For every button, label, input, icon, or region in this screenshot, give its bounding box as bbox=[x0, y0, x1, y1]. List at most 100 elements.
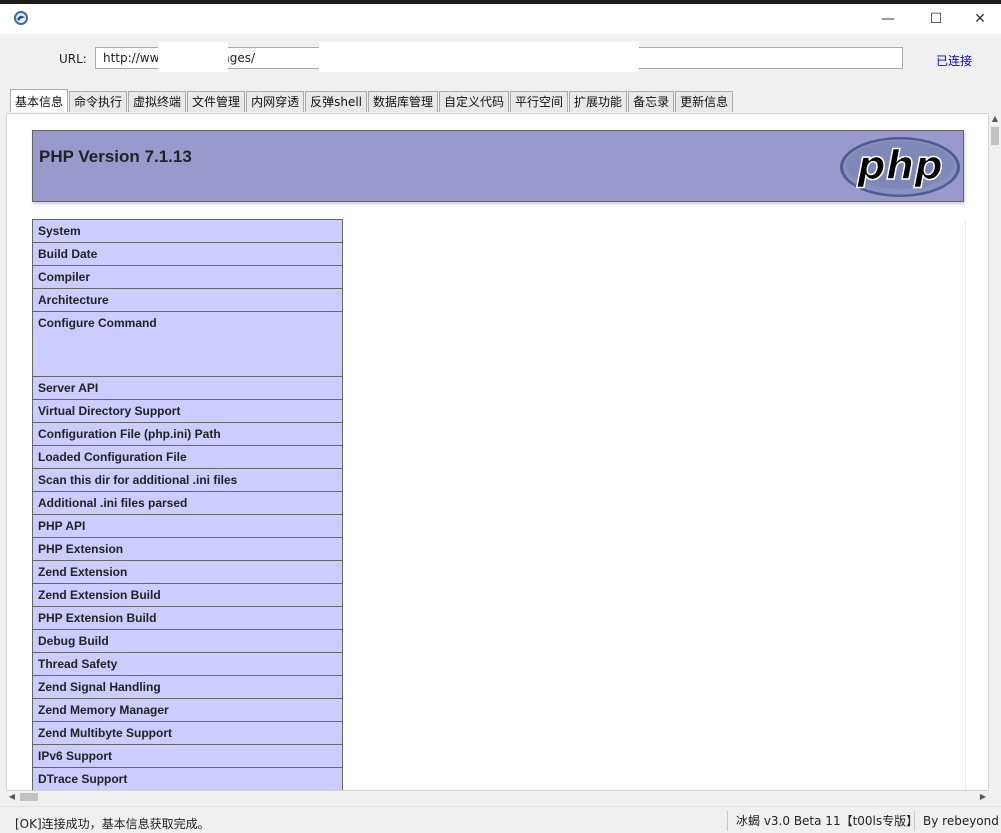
vertical-scrollbar[interactable]: ▲ bbox=[989, 113, 1001, 791]
content-panel: PHP Version 7.1.13 php System Build Date C… bbox=[6, 113, 989, 791]
phpinfo-key: Server API bbox=[32, 376, 343, 400]
phpinfo-value bbox=[342, 514, 966, 538]
tab-bar: 基本信息 命令执行 虚拟终端 文件管理 内网穿透 反弹shell 数据库管理 自定义代码 平行空… bbox=[10, 89, 734, 113]
scroll-left-icon[interactable]: ◀ bbox=[6, 791, 18, 803]
phpinfo-value bbox=[342, 652, 966, 676]
horizontal-scroll-thumb[interactable] bbox=[20, 793, 38, 801]
phpinfo-value bbox=[342, 242, 966, 266]
scroll-up-icon[interactable]: ▲ bbox=[989, 113, 1001, 125]
phpinfo-value bbox=[342, 629, 966, 653]
phpinfo-value bbox=[342, 422, 966, 446]
table-row: PHP Extension Build bbox=[32, 606, 966, 630]
phpinfo-key: Build Date bbox=[32, 242, 343, 266]
title-bar: — ☐ ✕ bbox=[0, 4, 1001, 34]
phpinfo-key: Zend Memory Manager bbox=[32, 698, 343, 722]
tab-12[interactable]: 更新信息 bbox=[675, 91, 734, 112]
phpinfo-key: Additional .ini files parsed bbox=[32, 491, 343, 515]
app-icon bbox=[14, 11, 28, 25]
table-row: Configuration File (php.ini) Path bbox=[32, 422, 966, 446]
tab-11[interactable]: 备忘录 bbox=[628, 91, 675, 112]
phpinfo-key: Zend Extension bbox=[32, 560, 343, 584]
tab-7[interactable]: 数据库管理 bbox=[368, 91, 439, 112]
phpinfo-value bbox=[342, 744, 966, 768]
tab-3[interactable]: 虚拟终端 bbox=[128, 91, 187, 112]
connection-status-link[interactable]: 已连接 bbox=[936, 52, 972, 69]
php-logo-text: php bbox=[856, 143, 943, 189]
maximize-button[interactable]: ☐ bbox=[913, 4, 959, 34]
phpinfo-key: Zend Extension Build bbox=[32, 583, 343, 607]
phpinfo-value bbox=[342, 219, 966, 243]
tab-10[interactable]: 扩展功能 bbox=[569, 91, 628, 112]
tab-6[interactable]: 反弹shell bbox=[305, 91, 367, 112]
app-window: — ☐ ✕ URL: http://ww /public/images/ 已连接… bbox=[0, 4, 1001, 833]
phpinfo-value bbox=[342, 468, 966, 492]
phpinfo-value bbox=[342, 311, 966, 377]
phpinfo-table: System Build Date Compiler Architecture Conf… bbox=[32, 219, 966, 790]
minimize-button[interactable]: — bbox=[865, 4, 911, 34]
tab-5[interactable]: 内网穿透 bbox=[246, 91, 305, 112]
table-row: Virtual Directory Support bbox=[32, 399, 966, 423]
table-row: Zend Multibyte Support bbox=[32, 721, 966, 745]
status-bar: [OK]连接成功，基本信息获取完成。 冰蝎 v3.0 Beta 11【t00ls… bbox=[0, 806, 1001, 833]
phpinfo-value bbox=[342, 537, 966, 561]
phpinfo-value bbox=[342, 376, 966, 400]
phpinfo-key: Zend Signal Handling bbox=[32, 675, 343, 699]
tab-9[interactable]: 平行空间 bbox=[510, 91, 569, 112]
phpinfo-key: Compiler bbox=[32, 265, 343, 289]
tab-1[interactable]: 基本信息 bbox=[10, 89, 69, 112]
phpinfo-key: PHP API bbox=[32, 514, 343, 538]
horizontal-scrollbar[interactable]: ◀ ▶ bbox=[6, 791, 989, 803]
table-row: IPv6 Support bbox=[32, 744, 966, 768]
table-row: Architecture bbox=[32, 288, 966, 312]
phpinfo-value bbox=[342, 399, 966, 423]
vertical-scroll-thumb[interactable] bbox=[991, 127, 999, 145]
table-row: Zend Memory Manager bbox=[32, 698, 966, 722]
phpinfo-key: Scan this dir for additional .ini files bbox=[32, 468, 343, 492]
php-logo-icon: php bbox=[840, 137, 960, 197]
phpinfo-key: Configuration File (php.ini) Path bbox=[32, 422, 343, 446]
table-row: Zend Signal Handling bbox=[32, 675, 966, 699]
tab-2[interactable]: 命令执行 bbox=[69, 91, 128, 112]
phpinfo-key: PHP Extension Build bbox=[32, 606, 343, 630]
tab-4[interactable]: 文件管理 bbox=[187, 91, 246, 112]
status-message: [OK]连接成功，基本信息获取完成。 bbox=[15, 817, 210, 831]
table-row: Debug Build bbox=[32, 629, 966, 653]
phpinfo-value bbox=[342, 445, 966, 469]
phpinfo-key: System bbox=[32, 219, 343, 243]
scroll-right-icon[interactable]: ▶ bbox=[977, 791, 989, 803]
phpinfo-value bbox=[342, 721, 966, 745]
phpinfo-key: DTrace Support bbox=[32, 767, 343, 790]
table-row: Zend Extension bbox=[32, 560, 966, 584]
table-row: Thread Safety bbox=[32, 652, 966, 676]
php-header: PHP Version 7.1.13 php bbox=[32, 130, 964, 202]
table-row: DTrace Support bbox=[32, 767, 966, 790]
table-row: Server API bbox=[32, 376, 966, 400]
phpinfo-key: PHP Extension bbox=[32, 537, 343, 561]
table-row: PHP API bbox=[32, 514, 966, 538]
phpinfo-value bbox=[342, 606, 966, 630]
tab-8[interactable]: 自定义代码 bbox=[439, 91, 510, 112]
author-label: By rebeyond bbox=[914, 811, 999, 831]
phpinfo-value bbox=[342, 491, 966, 515]
close-button[interactable]: ✕ bbox=[957, 4, 1001, 34]
table-row: Compiler bbox=[32, 265, 966, 289]
phpinfo-key: Zend Multibyte Support bbox=[32, 721, 343, 745]
phpinfo-value bbox=[342, 583, 966, 607]
phpinfo-key: Configure Command bbox=[32, 311, 343, 377]
version-label: 冰蝎 v3.0 Beta 11【t00ls专版】 bbox=[727, 811, 918, 831]
phpinfo-key: Loaded Configuration File bbox=[32, 445, 343, 469]
redaction-block bbox=[319, 42, 639, 72]
url-label: URL: bbox=[59, 52, 87, 66]
phpinfo-key: Architecture bbox=[32, 288, 343, 312]
table-row: Scan this dir for additional .ini files bbox=[32, 468, 966, 492]
php-version-title: PHP Version 7.1.13 bbox=[39, 147, 192, 166]
phpinfo-key: Debug Build bbox=[32, 629, 343, 653]
phpinfo-key: Thread Safety bbox=[32, 652, 343, 676]
phpinfo-value bbox=[342, 767, 966, 790]
table-row: Additional .ini files parsed bbox=[32, 491, 966, 515]
table-row: Configure Command bbox=[32, 311, 966, 377]
phpinfo-value bbox=[342, 698, 966, 722]
phpinfo-value bbox=[342, 675, 966, 699]
table-row: Loaded Configuration File bbox=[32, 445, 966, 469]
table-row: Build Date bbox=[32, 242, 966, 266]
